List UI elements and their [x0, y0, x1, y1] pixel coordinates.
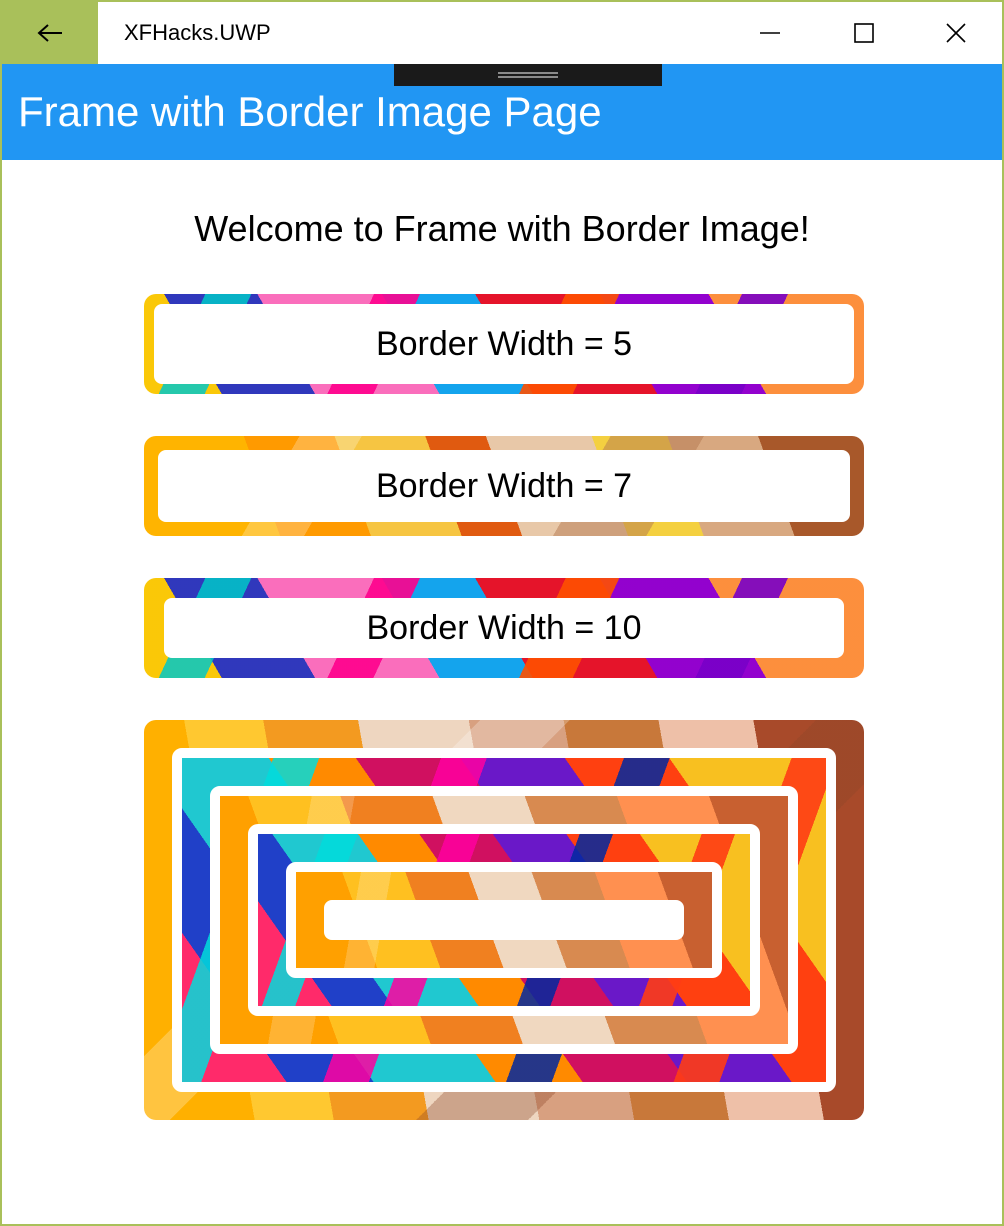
minimize-icon	[760, 32, 780, 34]
drag-handle[interactable]	[394, 64, 662, 86]
frame-content-2: Border Width = 7	[158, 450, 850, 522]
close-icon	[946, 23, 966, 43]
welcome-label: Welcome to Frame with Border Image!	[194, 208, 810, 249]
minimize-button[interactable]	[724, 2, 816, 64]
back-button[interactable]	[2, 2, 98, 64]
title-bar[interactable]: XFHacks.UWP	[2, 2, 1002, 64]
frame-content-3: Border Width = 10	[164, 598, 844, 658]
frame-label: Border Width = 10	[366, 608, 642, 647]
frame-label: Border Width = 7	[375, 466, 633, 505]
page-header: Frame with Border Image Page	[2, 64, 1002, 160]
drag-handle-line	[498, 72, 558, 74]
drag-handle-line	[498, 76, 558, 78]
app-window: XFHacks.UWP Frame with Border Image Page…	[0, 0, 1004, 1226]
nested-frame-outer	[144, 720, 864, 1120]
border-image-frame-3: Border Width = 10	[144, 578, 864, 678]
border-image-frame-1: Border Width = 5	[144, 294, 864, 394]
nested-frame-innermost	[324, 900, 684, 940]
app-title: XFHacks.UWP	[124, 20, 271, 45]
frame-content-1: Border Width = 5	[154, 304, 854, 384]
arrow-left-icon	[37, 24, 62, 42]
maximize-button[interactable]	[818, 2, 910, 64]
maximize-icon	[854, 23, 874, 43]
border-image-frame-2: Border Width = 7	[144, 436, 864, 536]
close-button[interactable]	[910, 2, 1002, 64]
frame-label: Border Width = 5	[375, 324, 633, 363]
page-title: Frame with Border Image Page	[18, 88, 602, 135]
